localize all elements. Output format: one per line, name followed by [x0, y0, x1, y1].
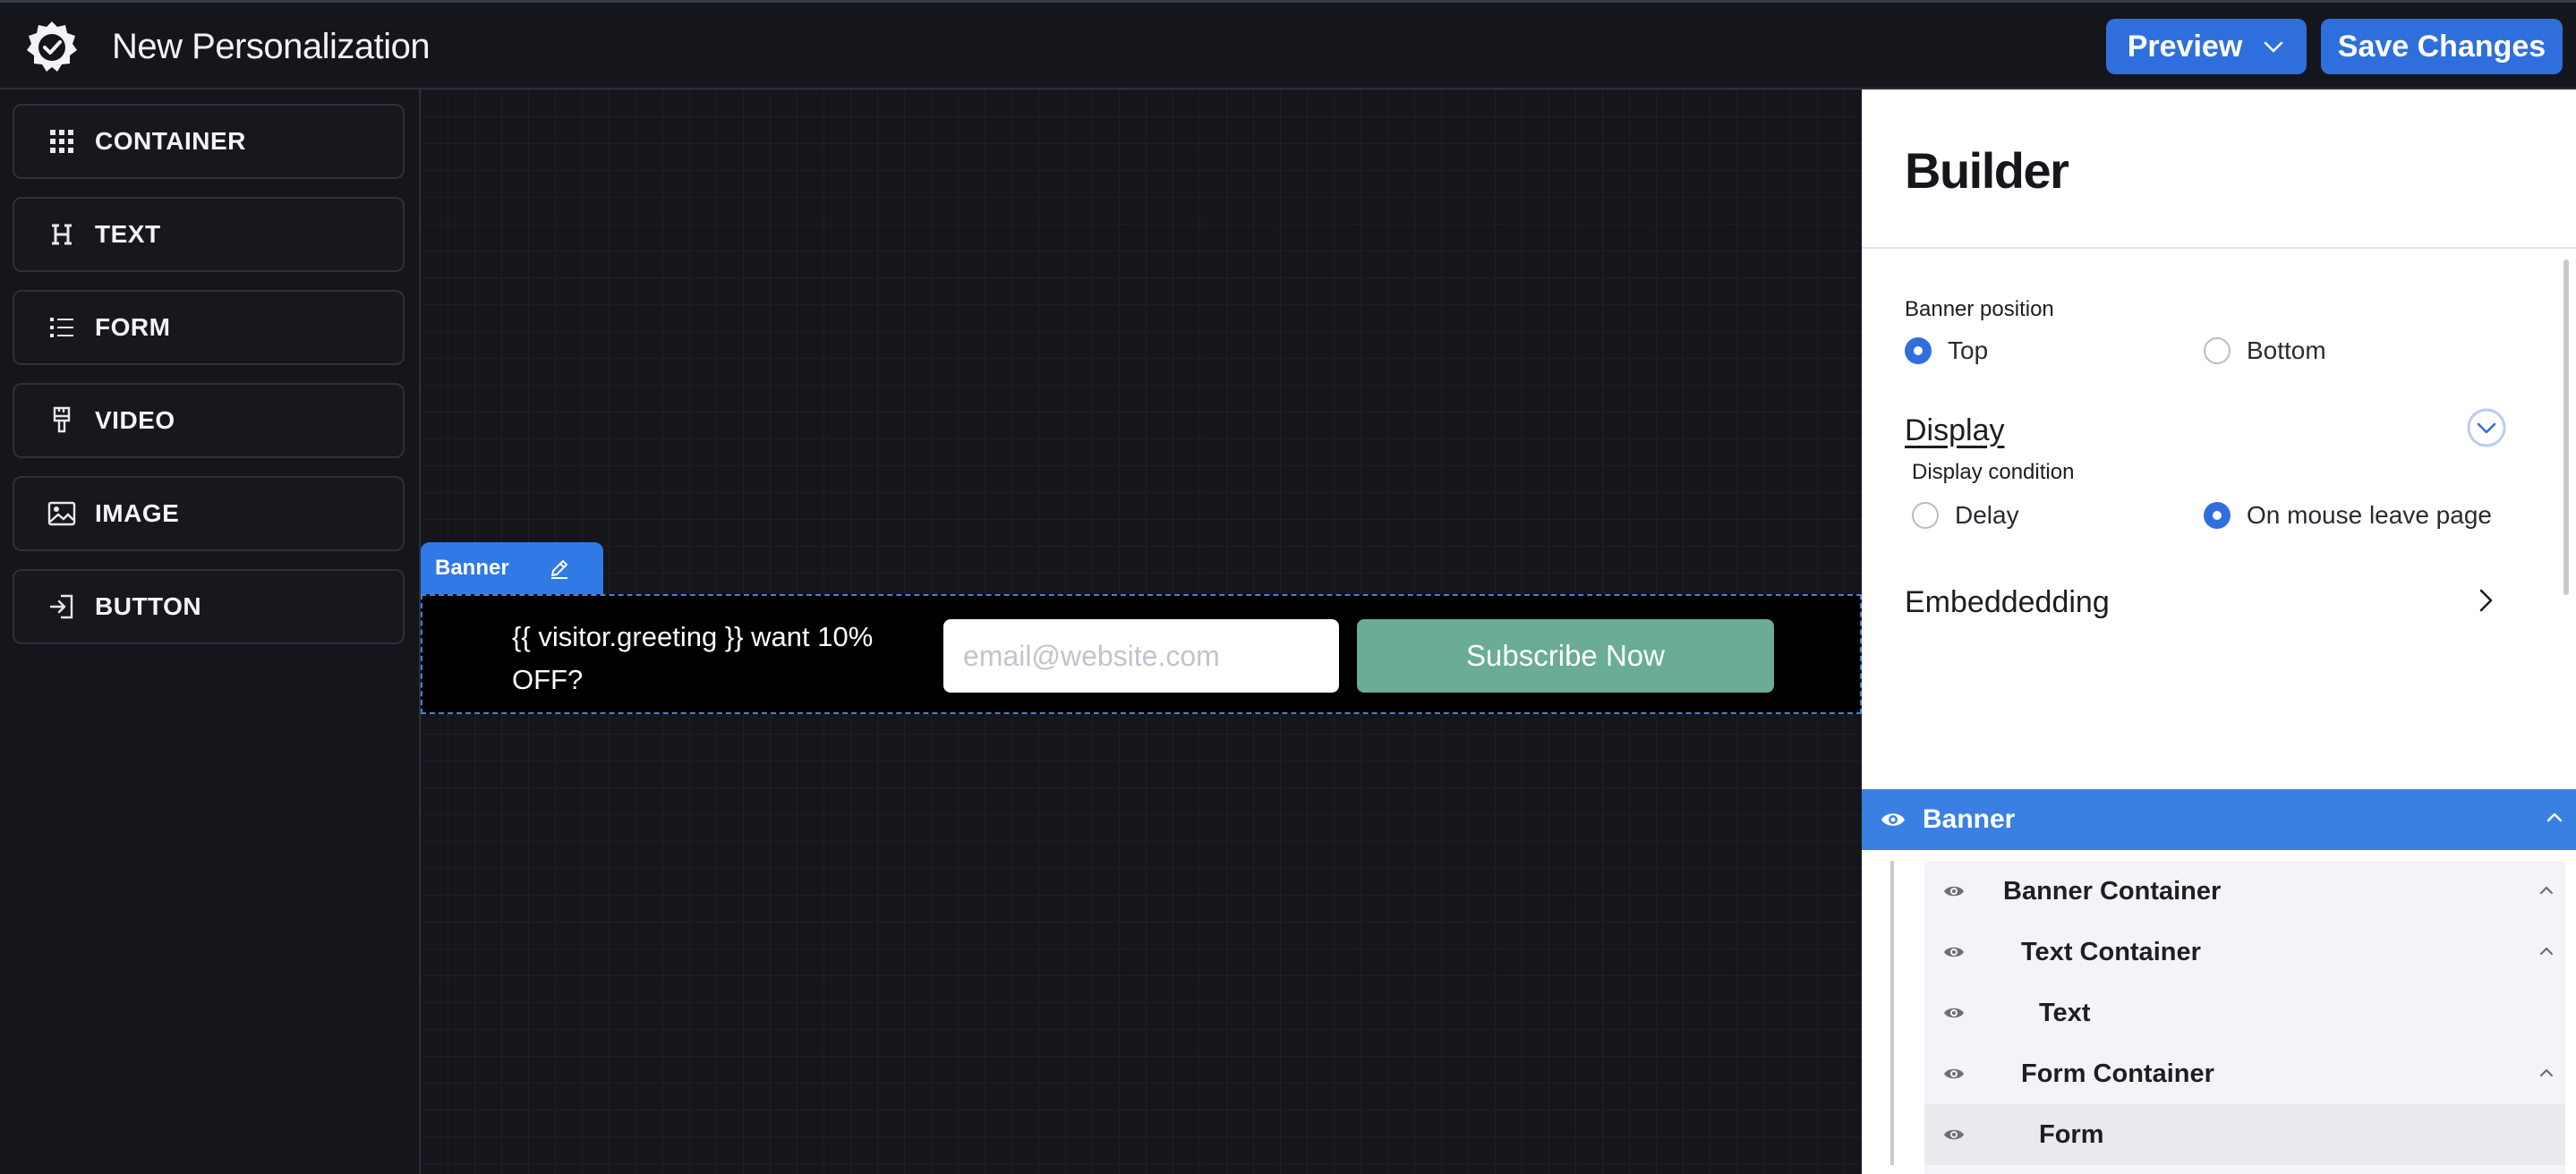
save-button-label: Save Changes: [2337, 29, 2546, 64]
chevron-down-icon[interactable]: [2467, 408, 2506, 447]
chevron-right-icon[interactable]: [2472, 587, 2499, 614]
element-palette: CONTAINER TEXT FORM VIDEO IMAGE BUTTON: [0, 89, 421, 1174]
display-condition-label: Display condition: [1912, 460, 2075, 484]
tree-rail: [1890, 861, 1894, 1165]
banner-position-label: Banner position: [1905, 297, 2054, 321]
layer-label: Text: [2039, 999, 2091, 1027]
palette-item-text[interactable]: TEXT: [13, 197, 405, 272]
preview-button[interactable]: Preview: [2106, 19, 2307, 74]
banner-text[interactable]: {{ visitor.greeting }} want 10% OFF?: [512, 616, 924, 702]
list-icon: [47, 312, 77, 343]
eye-icon[interactable]: [1942, 1123, 1966, 1146]
radio-position-top[interactable]: Top: [1905, 336, 1988, 365]
subscribe-button[interactable]: Subscribe Now: [1357, 619, 1774, 693]
preview-button-label: Preview: [2127, 29, 2243, 64]
chevron-up-icon[interactable]: [2544, 807, 2565, 829]
layer-root-banner[interactable]: Banner: [1862, 789, 2576, 850]
palette-item-image[interactable]: IMAGE: [13, 476, 405, 551]
layer-label: Form Container: [2021, 1059, 2214, 1088]
logo-icon: [27, 21, 77, 72]
palette-item-label: BUTTON: [95, 592, 202, 620]
layer-label: Text Container: [2021, 938, 2201, 966]
page-title: New Personalization: [112, 27, 431, 66]
layer-form-container[interactable]: Form Container: [1924, 1043, 2565, 1104]
banner-preview[interactable]: {{ visitor.greeting }} want 10% OFF? Sub…: [421, 594, 1862, 714]
palette-item-label: VIDEO: [95, 406, 175, 434]
layer-form[interactable]: Form: [1924, 1104, 2565, 1165]
radio-label: Top: [1948, 336, 1989, 364]
layer-text[interactable]: Text: [1924, 983, 2565, 1043]
radio-dot: [1905, 337, 1932, 364]
layer-tree: Banner Container Text Container Text For…: [1924, 861, 2565, 1174]
chevron-up-icon[interactable]: [2537, 941, 2556, 961]
palette-item-label: IMAGE: [95, 499, 180, 527]
palette-item-label: FORM: [95, 313, 171, 341]
eye-icon[interactable]: [1942, 940, 1966, 964]
layer-banner-container[interactable]: Banner Container: [1924, 861, 2565, 922]
grid-icon: [47, 126, 77, 157]
layer-label: Banner: [1923, 804, 2016, 834]
radio-label: On mouse leave page: [2247, 501, 2492, 529]
radio-label: Delay: [1955, 501, 2019, 529]
builder-title: Builder: [1905, 142, 2069, 199]
palette-item-container[interactable]: CONTAINER: [13, 104, 405, 179]
radio-position-bottom[interactable]: Bottom: [2204, 336, 2326, 365]
eye-icon[interactable]: [1942, 880, 1966, 903]
brush-icon: [47, 405, 77, 436]
layer-text-container[interactable]: Text Container: [1924, 922, 2565, 983]
palette-item-label: CONTAINER: [95, 127, 246, 155]
radio-condition-mouse-leave[interactable]: On mouse leave page: [2204, 501, 2492, 530]
image-icon: [47, 498, 77, 529]
palette-item-form[interactable]: FORM: [13, 290, 405, 365]
eye-icon[interactable]: [1942, 1001, 1966, 1025]
scrollbar[interactable]: [2563, 259, 2569, 595]
palette-item-label: TEXT: [95, 220, 161, 248]
eye-icon[interactable]: [1880, 806, 1906, 833]
subscribe-button-label: Subscribe Now: [1466, 639, 1665, 672]
heading-icon: [47, 219, 77, 250]
radio-dot: [2204, 502, 2231, 529]
embedding-section-title[interactable]: Embeddedding: [1905, 585, 2110, 620]
top-bar: New Personalization Preview Save Changes: [0, 0, 2576, 89]
layer-label: Form: [2039, 1120, 2104, 1149]
palette-item-video[interactable]: VIDEO: [13, 383, 405, 458]
display-section-title[interactable]: Display: [1905, 413, 2004, 448]
edit-icon[interactable]: [548, 557, 571, 580]
radio-dot: [1912, 502, 1939, 529]
banner-selection-tab[interactable]: Banner: [421, 542, 603, 594]
radio-label: Bottom: [2247, 336, 2326, 364]
layer-label: Banner Container: [2003, 877, 2222, 906]
radio-dot: [2204, 337, 2231, 364]
eye-icon[interactable]: [1942, 1062, 1966, 1085]
banner-tab-label: Banner: [435, 556, 509, 580]
email-input[interactable]: [943, 619, 1339, 693]
divider: [1862, 247, 2576, 249]
save-changes-button[interactable]: Save Changes: [2321, 19, 2563, 74]
chevron-up-icon[interactable]: [2537, 880, 2556, 900]
chevron-down-icon: [2264, 41, 2283, 53]
chevron-up-icon[interactable]: [2537, 1063, 2556, 1083]
radio-condition-delay[interactable]: Delay: [1912, 501, 2019, 530]
login-icon: [47, 591, 77, 622]
palette-item-button[interactable]: BUTTON: [13, 569, 405, 644]
